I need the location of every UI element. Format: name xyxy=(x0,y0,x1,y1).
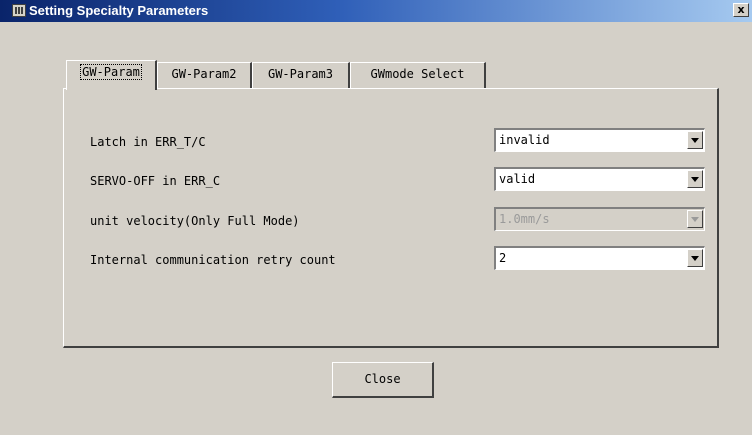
chevron-down-icon[interactable] xyxy=(687,170,703,188)
unit-velocity-select: 1.0mm/s xyxy=(494,207,705,231)
retry-count-select[interactable]: 2 xyxy=(494,246,705,270)
chevron-down-icon[interactable] xyxy=(687,131,703,149)
servo-off-label: SERVO-OFF in ERR_C xyxy=(90,174,221,188)
tab-label: GWmode Select xyxy=(370,67,465,81)
retry-count-label: Internal communication retry count xyxy=(90,253,336,267)
title-bar[interactable]: Setting Specialty Parameters x xyxy=(0,0,752,22)
window-close-button[interactable]: x xyxy=(733,3,749,17)
tab-gw-param[interactable]: GW-Param xyxy=(66,60,157,90)
select-value: 1.0mm/s xyxy=(499,212,550,226)
app-icon[interactable] xyxy=(12,4,26,17)
window-title: Setting Specialty Parameters xyxy=(29,3,209,18)
select-value: valid xyxy=(499,172,536,186)
tab-label: GW-Param3 xyxy=(267,67,334,81)
select-value: invalid xyxy=(499,133,550,147)
latch-err-label: Latch in ERR_T/C xyxy=(90,135,206,149)
unit-velocity-label: unit velocity(Only Full Mode) xyxy=(90,214,300,228)
chevron-down-icon[interactable] xyxy=(687,249,703,267)
chevron-down-icon xyxy=(687,210,703,228)
tab-label: GW-Param xyxy=(80,64,142,80)
close-button[interactable]: Close xyxy=(332,362,434,398)
tab-gwmode-select[interactable]: GWmode Select xyxy=(350,62,486,88)
tab-gw-param3[interactable]: GW-Param3 xyxy=(252,62,350,88)
select-value: 2 xyxy=(499,251,507,265)
servo-off-select[interactable]: valid xyxy=(494,167,705,191)
tab-label: GW-Param2 xyxy=(171,67,237,81)
latch-err-select[interactable]: invalid xyxy=(494,128,705,152)
tab-gw-param2[interactable]: GW-Param2 xyxy=(157,62,252,88)
